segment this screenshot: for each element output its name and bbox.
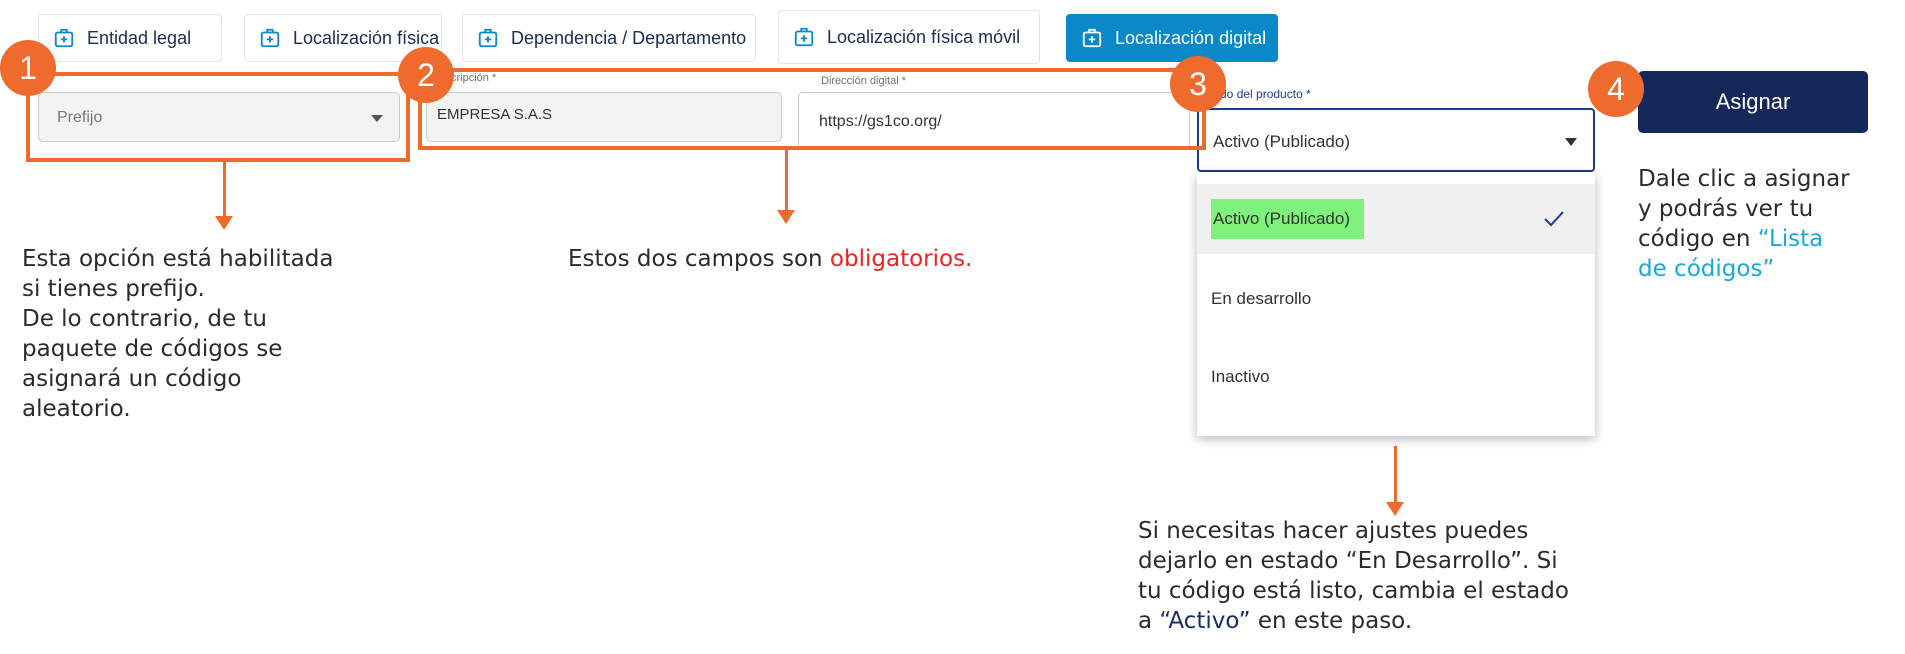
- note-required: Estos dos campos son obligatorios.: [568, 244, 972, 274]
- note-state: Si necesitas hacer ajustes puedes dejarl…: [1138, 516, 1569, 636]
- note-line: tu código está listo, cambia el estado: [1138, 578, 1569, 604]
- tab-localizacion-fisica-movil[interactable]: Localización física móvil: [778, 10, 1040, 64]
- caret-down-icon: [1565, 138, 1577, 146]
- dropdown-option-en-desarrollo[interactable]: En desarrollo: [1197, 264, 1595, 334]
- medkit-icon: [794, 27, 814, 47]
- note-line: Esta opción está habilitada: [22, 246, 334, 272]
- arrow-down-icon: [777, 210, 795, 224]
- step-badge-3: 3: [1170, 56, 1226, 112]
- note-line: de códigos”: [1638, 256, 1775, 282]
- note-line: código en “Lista: [1638, 226, 1824, 252]
- step-badge-2: 2: [398, 47, 454, 103]
- note-assign: Dale clic a asignar y podrás ver tu códi…: [1638, 164, 1850, 284]
- arrow-down-icon: [1386, 502, 1404, 516]
- note-line: Dale clic a asignar: [1638, 166, 1850, 192]
- assign-button[interactable]: Asignar: [1638, 71, 1868, 133]
- tab-entidad-legal[interactable]: Entidad legal: [38, 14, 222, 62]
- arrow-line: [223, 162, 226, 218]
- step-badge-4: 4: [1588, 61, 1644, 117]
- highlight-box-prefix: [26, 72, 410, 162]
- tab-label: Dependencia / Departamento: [511, 27, 747, 48]
- product-state-value: Activo (Publicado): [1213, 132, 1351, 151]
- note-highlight: “Activo”: [1159, 608, 1251, 634]
- arrow-down-icon: [215, 216, 233, 230]
- note-highlight: obligatorios.: [829, 246, 973, 272]
- medkit-icon: [54, 28, 74, 48]
- medkit-icon: [478, 28, 498, 48]
- note-text: Estos dos campos son: [568, 246, 830, 272]
- medkit-icon: [260, 28, 280, 48]
- step-badge-1: 1: [0, 40, 56, 96]
- note-line: asignará un código: [22, 366, 242, 392]
- note-highlight: “Lista: [1757, 226, 1824, 252]
- tab-dependencia-departamento[interactable]: Dependencia / Departamento: [462, 14, 756, 62]
- option-label: En desarrollo: [1211, 289, 1312, 308]
- note-line: paquete de códigos se: [22, 336, 283, 362]
- tab-bar: Entidad legal Localización física Depend…: [0, 0, 1570, 72]
- tab-label: Localización digital: [1115, 27, 1267, 48]
- note-line: a “Activo” en este paso.: [1138, 608, 1413, 634]
- note-line: si tienes prefijo.: [22, 276, 205, 302]
- tab-label: Entidad legal: [87, 27, 192, 48]
- dropdown-option-activo[interactable]: Activo (Publicado): [1197, 184, 1595, 254]
- note-line: dejarlo en estado “En Desarrollo”. Si: [1138, 548, 1558, 574]
- highlight-box-required-fields: [418, 68, 1206, 150]
- medkit-icon: [1082, 28, 1102, 48]
- option-label: Activo (Publicado): [1211, 199, 1365, 239]
- option-label: Inactivo: [1211, 367, 1270, 386]
- note-line: y podrás ver tu: [1638, 196, 1814, 222]
- tab-localizacion-digital[interactable]: Localización digital: [1066, 14, 1278, 62]
- arrow-line: [1394, 446, 1397, 504]
- checkmark-icon: [1544, 211, 1564, 227]
- note-prefix: Esta opción está habilitada si tienes pr…: [22, 244, 333, 424]
- note-line: aleatorio.: [22, 396, 131, 422]
- dropdown-option-inactivo[interactable]: Inactivo: [1197, 342, 1595, 412]
- tab-label: Localización física: [293, 27, 440, 48]
- note-line: Si necesitas hacer ajustes puedes: [1138, 518, 1529, 544]
- tab-label: Localización física móvil: [827, 26, 1021, 47]
- product-state-select[interactable]: Activo (Publicado): [1197, 108, 1595, 172]
- arrow-line: [785, 150, 788, 212]
- product-state-dropdown: Activo (Publicado) En desarrollo Inactiv…: [1197, 172, 1595, 436]
- note-line: De lo contrario, de tu: [22, 306, 268, 332]
